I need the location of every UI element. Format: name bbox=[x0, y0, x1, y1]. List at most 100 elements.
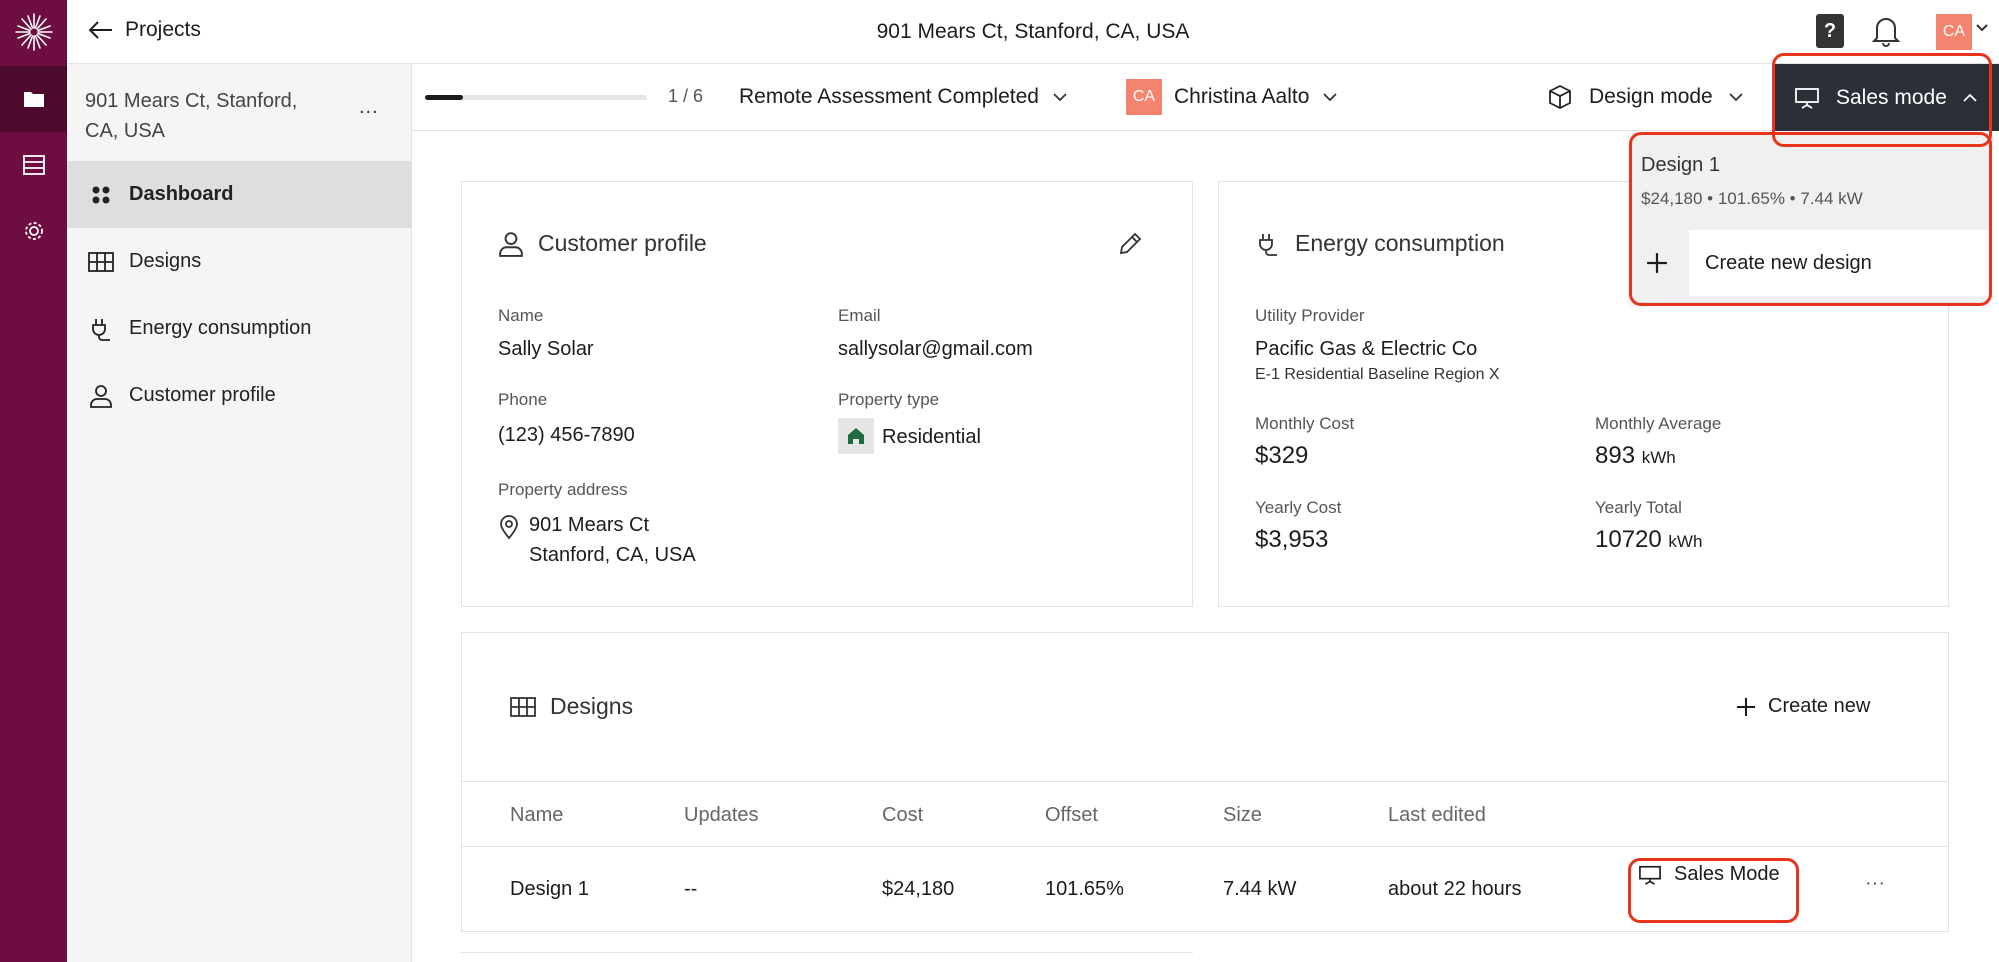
plug-icon bbox=[87, 315, 115, 343]
yearly-total-value: 10720 kWh bbox=[1595, 526, 1703, 553]
chevron-up-icon bbox=[1963, 93, 1977, 102]
back-to-projects-link[interactable]: Projects bbox=[89, 18, 201, 42]
address-line2: Stanford, CA, USA bbox=[529, 544, 696, 566]
column-header-last-edited: Last edited bbox=[1388, 804, 1486, 826]
card-title: Designs bbox=[550, 693, 634, 719]
assignee-name: Christina Aalto bbox=[1174, 85, 1310, 108]
card-title: Customer profile bbox=[538, 230, 707, 256]
presentation-icon bbox=[1795, 87, 1819, 109]
phone-value: (123) 456-7890 bbox=[498, 424, 635, 446]
table-divider bbox=[461, 931, 1949, 932]
cube-icon bbox=[1549, 84, 1571, 110]
row-more-options-icon[interactable]: ··· bbox=[1865, 872, 1885, 895]
sidebar-item-dashboard[interactable]: Dashboard bbox=[67, 161, 412, 228]
card-header: Designs bbox=[510, 693, 633, 720]
address-line1: 901 Mears Ct bbox=[529, 514, 650, 536]
page-title: 901 Mears Ct, Stanford, CA, USA bbox=[876, 20, 1190, 43]
chevron-down-icon bbox=[1323, 92, 1338, 101]
monthly-average-value: 893 kWh bbox=[1595, 442, 1676, 469]
card-header: Energy consumption bbox=[1255, 230, 1505, 257]
column-header-name: Name bbox=[510, 804, 564, 826]
top-bar: Projects 901 Mears Ct, Stanford, CA, USA… bbox=[67, 0, 1999, 64]
dropdown-design-summary: $24,180 • 101.65% • 7.44 kW bbox=[1641, 189, 1863, 208]
sidebar-item-label: Energy consumption bbox=[129, 317, 312, 339]
column-header-size: Size bbox=[1223, 804, 1262, 826]
design-mode-label: Design mode bbox=[1589, 85, 1713, 108]
column-header-updates: Updates bbox=[684, 804, 759, 826]
monthly-cost-value: $329 bbox=[1255, 442, 1309, 469]
name-value: Sally Solar bbox=[498, 338, 594, 360]
email-value: sallysolar@gmail.com bbox=[838, 338, 1033, 360]
card-header: Customer profile bbox=[498, 230, 707, 257]
app-rail bbox=[0, 0, 67, 962]
yearly-cost-value: $3,953 bbox=[1255, 526, 1329, 553]
progress-bar bbox=[425, 95, 647, 100]
column-header-cost: Cost bbox=[882, 804, 924, 826]
design-mode-button[interactable]: Design mode bbox=[1547, 84, 1743, 110]
chevron-down-icon bbox=[1053, 92, 1067, 101]
plus-icon bbox=[1737, 697, 1755, 716]
person-icon bbox=[87, 382, 115, 410]
back-label: Projects bbox=[125, 18, 201, 41]
pencil-icon[interactable] bbox=[1117, 231, 1143, 257]
row-sales-mode-button[interactable]: Sales Mode bbox=[1638, 863, 1780, 886]
name-label: Name bbox=[498, 306, 544, 325]
card-title: Energy consumption bbox=[1295, 230, 1505, 256]
sidebar-item-label: Customer profile bbox=[129, 384, 276, 406]
folder-icon bbox=[23, 92, 44, 107]
more-options-icon[interactable]: ... bbox=[359, 96, 379, 119]
help-icon[interactable]: ? bbox=[1816, 14, 1844, 48]
project-sidebar: 901 Mears Ct, Stanford, CA, USA ... Dash… bbox=[67, 64, 412, 962]
projects-rail-button[interactable] bbox=[0, 66, 67, 132]
sales-mode-button[interactable]: Sales mode bbox=[1774, 64, 1999, 131]
person-icon bbox=[499, 231, 523, 257]
sidebar-item-customer-profile[interactable]: Customer profile bbox=[67, 362, 412, 429]
sales-mode-dropdown: Design 1 $24,180 • 101.65% • 7.44 kW Cre… bbox=[1630, 134, 1989, 302]
settings-rail-button[interactable] bbox=[0, 198, 67, 264]
provider-label: Utility Provider bbox=[1255, 306, 1365, 325]
logo-icon[interactable] bbox=[0, 0, 67, 64]
list-rail-button[interactable] bbox=[0, 132, 67, 198]
chevron-down-icon[interactable] bbox=[1976, 24, 1988, 32]
list-icon bbox=[22, 155, 45, 175]
design-name[interactable]: Design 1 bbox=[510, 878, 589, 901]
user-avatar[interactable]: CA bbox=[1936, 14, 1972, 50]
plug-icon bbox=[1259, 233, 1277, 256]
design-offset: 101.65% bbox=[1045, 878, 1124, 900]
chevron-down-icon bbox=[1729, 92, 1743, 101]
property-type-label: Property type bbox=[838, 390, 940, 409]
property-type-value: Residential bbox=[882, 426, 981, 448]
design-last-edited: about 22 hours bbox=[1388, 878, 1522, 900]
yearly-total-label: Yearly Total bbox=[1595, 498, 1682, 517]
map-pin-icon bbox=[498, 514, 520, 540]
create-new-design-button[interactable]: Create new bbox=[1736, 695, 1870, 718]
dropdown-design-name[interactable]: Design 1 bbox=[1641, 154, 1720, 177]
create-new-label: Create new bbox=[1768, 695, 1871, 717]
design-size: 7.44 kW bbox=[1223, 878, 1297, 900]
status-dropdown[interactable]: Remote Assessment Completed bbox=[739, 85, 1067, 109]
assignee-avatar[interactable]: CA bbox=[1126, 79, 1162, 115]
sidebar-item-designs[interactable]: Designs bbox=[67, 228, 412, 295]
rate-plan: E-1 Residential Baseline Region X bbox=[1255, 366, 1500, 383]
home-icon bbox=[838, 418, 874, 454]
monthly-average-label: Monthly Average bbox=[1595, 414, 1722, 433]
create-new-design-item[interactable]: Create new design bbox=[1689, 230, 1989, 296]
status-label: Remote Assessment Completed bbox=[739, 85, 1039, 108]
project-toolbar: 1 / 6 Remote Assessment Completed CA Chr… bbox=[412, 64, 1999, 131]
dashboard-icon bbox=[87, 181, 115, 209]
arrow-left-icon bbox=[89, 21, 112, 39]
table-divider bbox=[461, 781, 1949, 782]
sidebar-item-energy-consumption[interactable]: Energy consumption bbox=[67, 295, 412, 362]
next-card-edge bbox=[461, 952, 1193, 962]
progress-fill bbox=[425, 95, 463, 100]
presentation-icon bbox=[1639, 865, 1661, 885]
grid-icon bbox=[87, 248, 115, 276]
customer-profile-card: Customer profile Name Sally Solar Email … bbox=[461, 181, 1193, 607]
yearly-cost-label: Yearly Cost bbox=[1255, 498, 1342, 517]
assignee-dropdown[interactable]: Christina Aalto bbox=[1174, 85, 1338, 109]
gear-icon bbox=[24, 222, 43, 240]
design-cost: $24,180 bbox=[882, 878, 955, 900]
bell-icon[interactable] bbox=[1872, 15, 1900, 47]
address-label: Property address bbox=[498, 480, 628, 499]
sidebar-item-label: Dashboard bbox=[129, 183, 234, 205]
